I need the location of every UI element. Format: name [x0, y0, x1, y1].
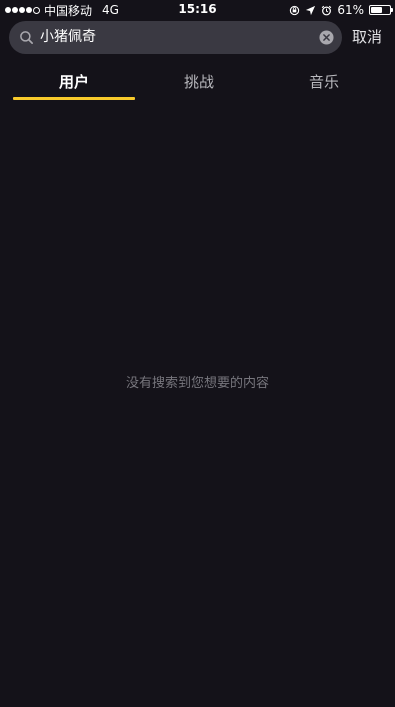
location-arrow-icon: [306, 5, 316, 15]
battery-percent: 61%: [337, 3, 364, 17]
status-right: 61%: [289, 2, 393, 18]
active-tab-indicator: [13, 97, 135, 100]
battery-fill: [371, 7, 382, 13]
empty-state-message: 没有搜索到您想要的内容: [125, 376, 269, 391]
search-icon: [20, 31, 33, 44]
search-row: 小猪佩奇 取消: [0, 21, 395, 54]
status-bar: 中国移动 4G 15:16 61%: [0, 0, 395, 20]
clear-icon[interactable]: [319, 30, 334, 45]
search-query[interactable]: 小猪佩奇: [40, 21, 96, 54]
alarm-icon: [322, 5, 332, 15]
battery-icon: [369, 5, 393, 15]
tab-challenges[interactable]: 挑战: [138, 64, 260, 100]
search-input[interactable]: 小猪佩奇: [9, 21, 342, 54]
tab-users[interactable]: 用户: [13, 64, 135, 100]
rotation-lock-icon: [290, 5, 300, 15]
tab-music[interactable]: 音乐: [263, 64, 385, 100]
tab-bar: 用户 挑战 音乐: [0, 64, 395, 104]
cancel-button[interactable]: 取消: [352, 21, 382, 54]
